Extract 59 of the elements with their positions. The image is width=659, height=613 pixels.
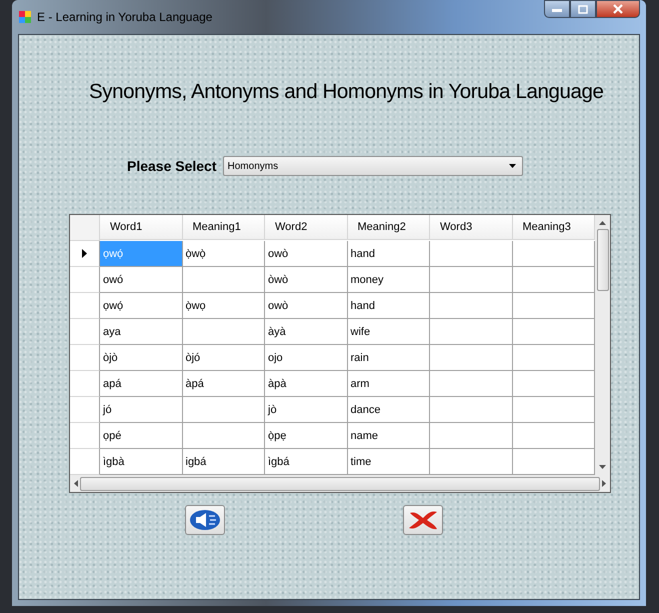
maximize-button[interactable]	[570, 0, 596, 18]
table-cell: hand	[348, 293, 430, 319]
column-header[interactable]: Word2	[265, 215, 348, 240]
table-cell: ojo	[265, 345, 348, 371]
table-cell: ọpé	[100, 423, 182, 449]
select-label: Please Select	[127, 158, 217, 174]
window-title: E - Learning in Yoruba Language	[37, 10, 214, 24]
table-cell: owò	[265, 241, 348, 267]
column-header[interactable]: Word3	[430, 215, 512, 240]
table-cell: òjò	[100, 345, 182, 371]
horizontal-scrollbar[interactable]	[70, 475, 610, 492]
table-cell: ọwọ́	[100, 241, 182, 267]
page-heading: Synonyms, Antonyms and Homonyms in Yoruba Language	[89, 80, 604, 104]
table-cell: hand	[348, 241, 430, 267]
table-cell: owò	[265, 293, 348, 319]
table-cell: money	[348, 267, 430, 293]
table-cell: rain	[348, 345, 430, 371]
category-dropdown[interactable]: Homonyms	[222, 156, 523, 176]
close-button[interactable]	[596, 0, 640, 18]
scroll-up-icon	[599, 221, 606, 225]
table-cell: ọ̀pẹ	[265, 423, 348, 449]
table-cell: dance	[348, 397, 430, 423]
table-cell: owó	[100, 267, 182, 293]
speak-button[interactable]	[185, 505, 225, 535]
column-header[interactable]: Meaning3	[512, 215, 595, 240]
close-icon	[613, 4, 623, 14]
column-header[interactable]: Meaning1	[182, 215, 265, 240]
app-icon	[18, 10, 32, 24]
table-cell: òwò	[265, 267, 348, 293]
column-header[interactable]: Meaning2	[348, 215, 430, 240]
current-row-icon	[82, 249, 87, 258]
scroll-down-icon	[599, 465, 606, 469]
table-cell: name	[348, 423, 430, 449]
row-header[interactable]	[70, 241, 100, 267]
table-cell: òjó	[182, 345, 265, 371]
speaker-icon	[189, 509, 221, 531]
table-cell: apá	[100, 371, 182, 397]
table-cell: jó	[100, 397, 182, 423]
table-cell: ọ̀wọ	[182, 293, 265, 319]
table-cell: àpà	[265, 371, 348, 397]
table-cell: àpá	[182, 371, 265, 397]
vertical-scrollbar[interactable]	[595, 215, 610, 475]
minimize-icon	[552, 6, 562, 12]
table-cell: aya	[100, 319, 182, 345]
scroll-thumb[interactable]	[596, 229, 608, 291]
minimize-button[interactable]	[544, 0, 570, 18]
exit-button[interactable]	[403, 505, 443, 535]
table-cell: àyà	[265, 319, 348, 345]
table-cell: ọwọ́	[100, 293, 182, 319]
scroll-left-icon	[74, 480, 78, 487]
table-cell: ọ̀wọ̀	[182, 241, 265, 267]
scroll-thumb[interactable]	[80, 476, 600, 490]
dropdown-arrow-icon	[508, 164, 516, 168]
column-header[interactable]: Word1	[100, 215, 182, 240]
scroll-right-icon	[602, 480, 606, 487]
table-cell: jò	[265, 397, 348, 423]
maximize-icon	[578, 4, 588, 14]
table-cell: arm	[348, 371, 430, 397]
table-cell: wife	[348, 319, 430, 345]
